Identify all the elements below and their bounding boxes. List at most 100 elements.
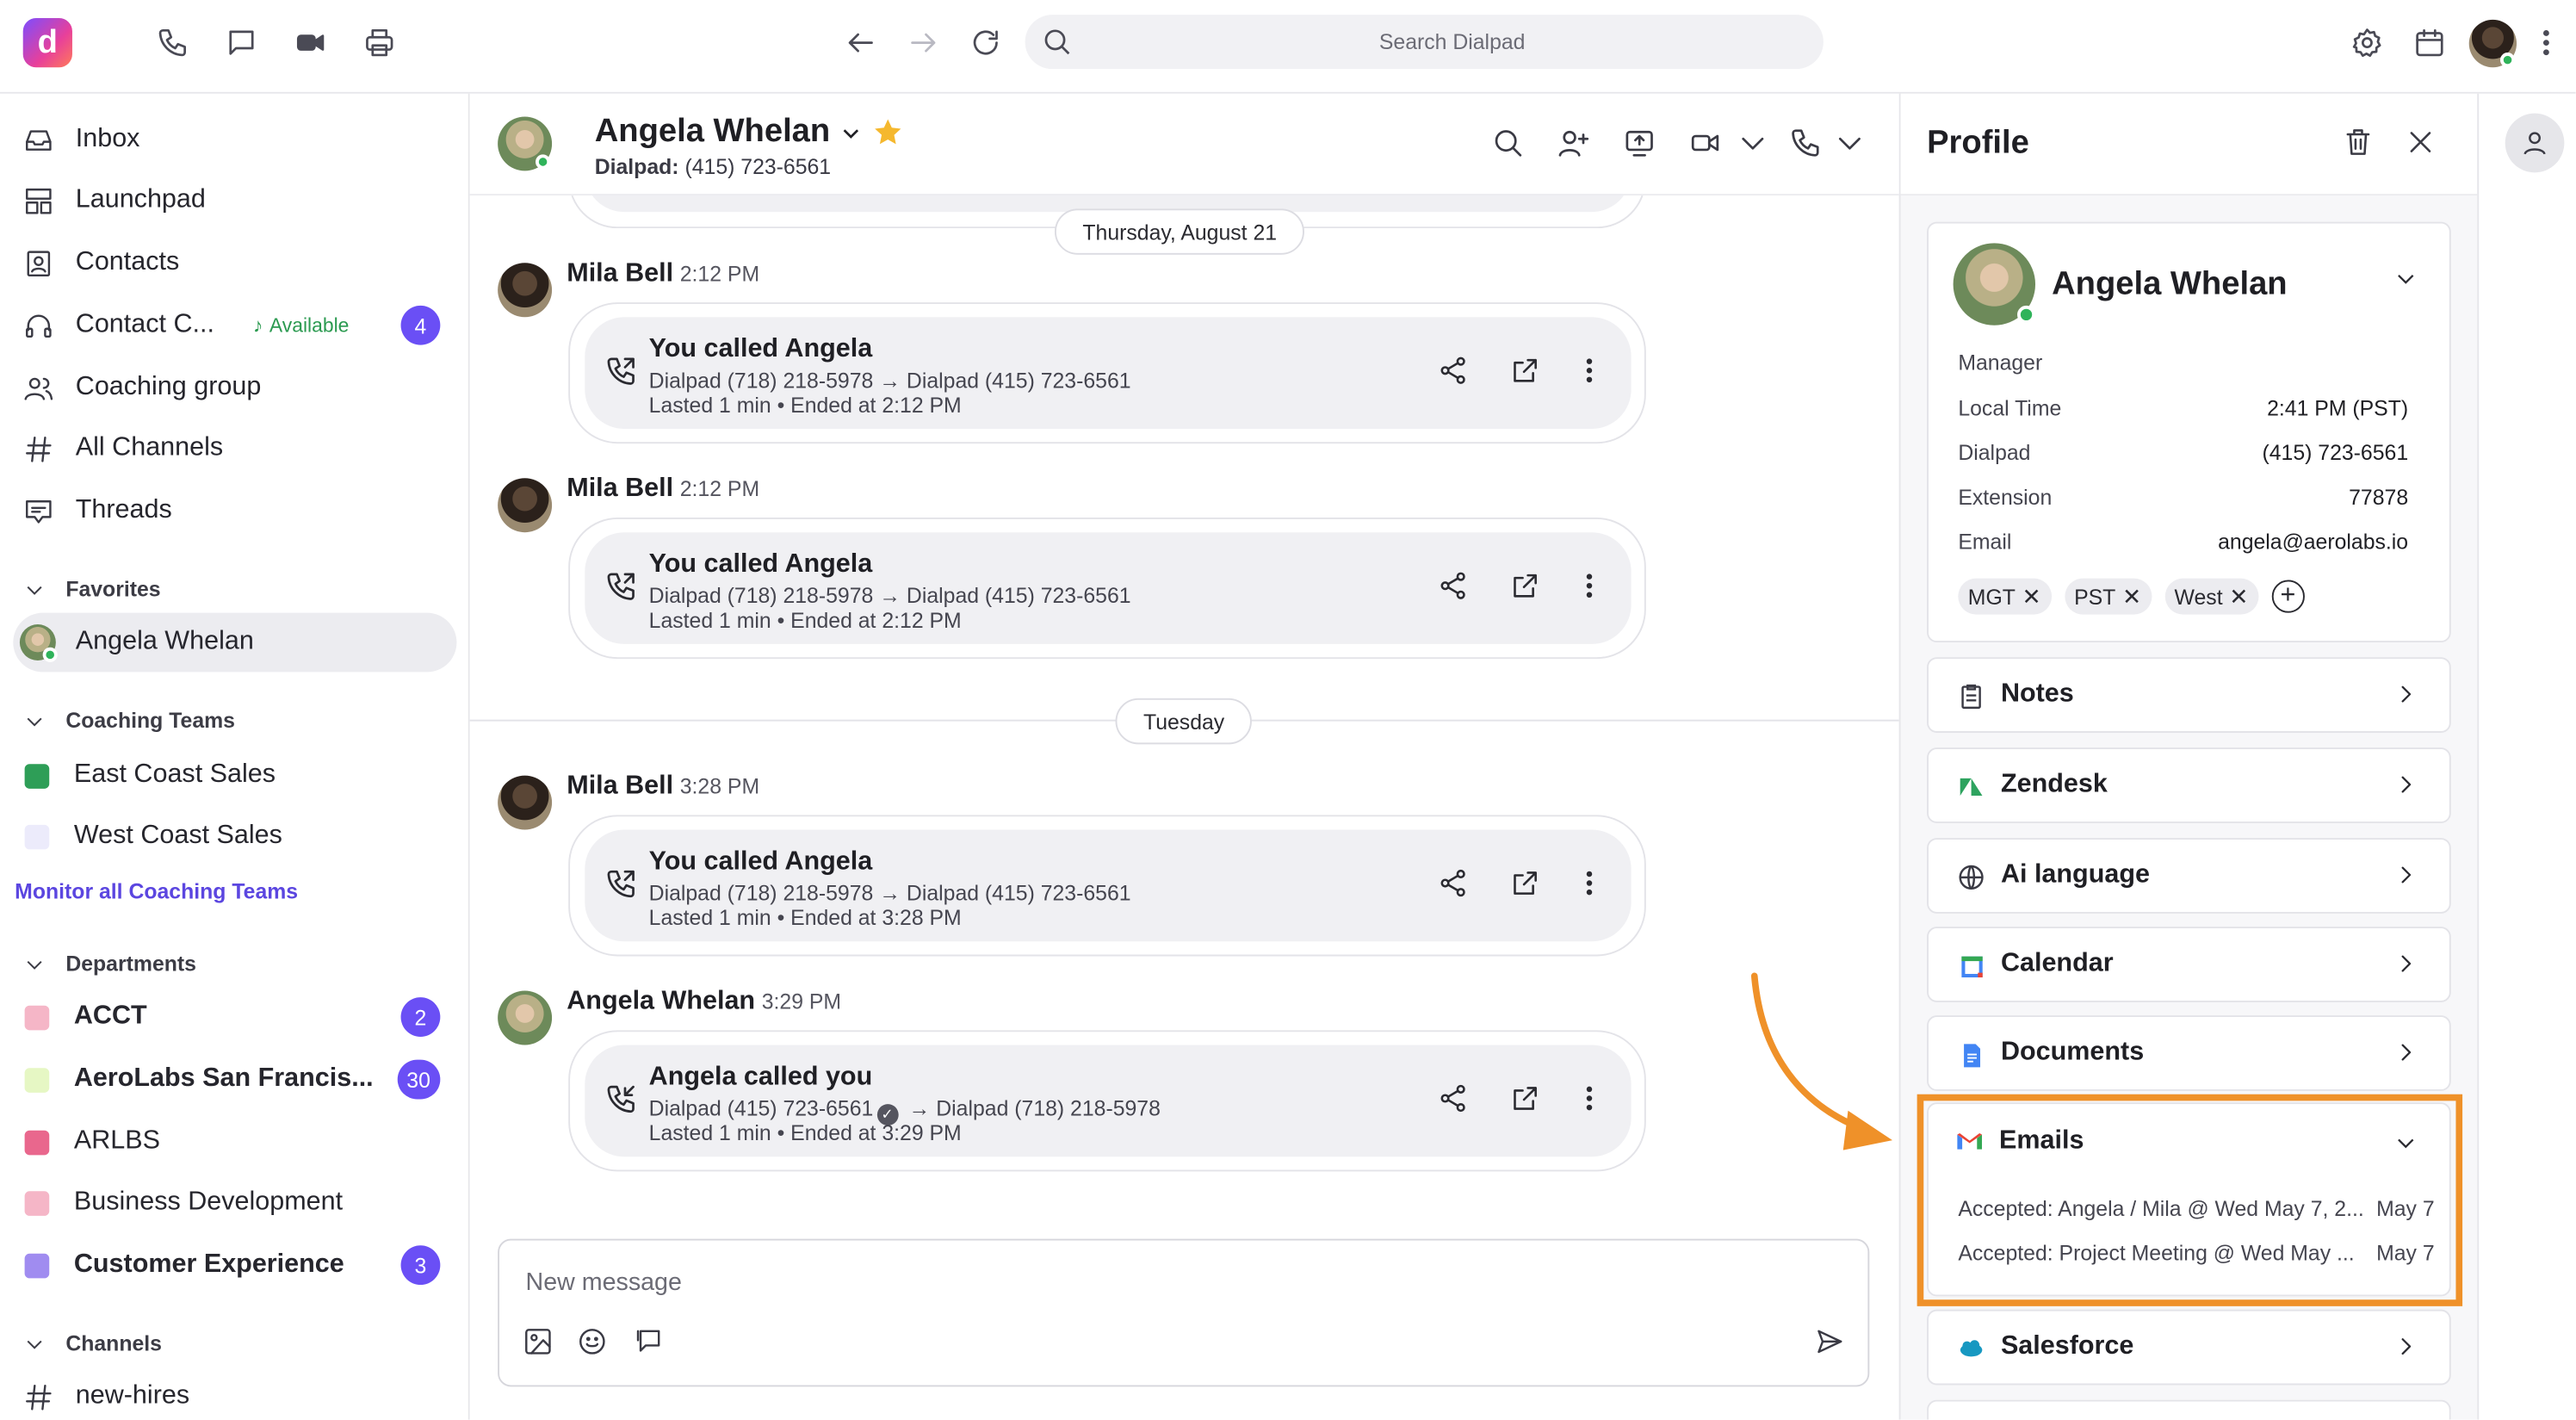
back-arrow-icon[interactable] xyxy=(841,23,881,63)
sidebar-item-east-coast-sales[interactable]: East Coast Sales xyxy=(13,746,456,805)
avatar[interactable] xyxy=(498,990,553,1045)
threads-icon xyxy=(20,493,56,529)
sidebar-item-arlbs[interactable]: ARLBS xyxy=(13,1113,456,1172)
profile-toggle-button[interactable] xyxy=(2505,113,2565,173)
sidebar-item-inbox[interactable]: Inbox xyxy=(13,110,456,170)
phone-icon[interactable] xyxy=(152,23,192,63)
sidebar-item-launchpad[interactable]: Launchpad xyxy=(13,171,456,230)
chevron-down-icon[interactable] xyxy=(1737,127,1773,163)
left-sidebar: Inbox Launchpad Contacts Contact C... ♪ A… xyxy=(0,93,470,1420)
availability-status[interactable]: ♪ Available xyxy=(253,313,350,337)
sidebar-item-label: ACCT xyxy=(73,1001,147,1031)
profile-field-email[interactable]: Email angela@aerolabs.io xyxy=(1958,529,2408,554)
search-bar[interactable] xyxy=(1025,15,1824,70)
call-summary[interactable]: Angela called you Dialpad (415) 723-6561… xyxy=(585,1045,1632,1157)
conversation-title[interactable]: Angela Whelan xyxy=(595,114,904,152)
avatar[interactable] xyxy=(498,478,553,533)
calendar-icon[interactable] xyxy=(2410,23,2449,63)
annotation-arrow xyxy=(1750,972,1893,1150)
app-window: d Search Dialpad Inbox Launchpad Contact… xyxy=(0,0,2576,1420)
chevron-down-icon[interactable] xyxy=(1833,127,1869,163)
avatar[interactable] xyxy=(498,775,553,830)
forward-arrow-icon[interactable] xyxy=(903,23,943,63)
unread-badge: 4 xyxy=(400,305,441,345)
search-icon[interactable] xyxy=(1491,127,1527,163)
coaching-teams-header[interactable]: Coaching Teams xyxy=(23,708,235,733)
shortcut-icon[interactable] xyxy=(634,1326,670,1362)
gear-icon[interactable] xyxy=(2348,23,2387,63)
dialpad-logo[interactable]: d xyxy=(22,17,72,68)
screen-share-icon[interactable] xyxy=(1623,127,1659,163)
monitor-coaching-teams-link[interactable]: Monitor all Coaching Teams xyxy=(15,879,298,904)
call-summary[interactable]: You called Angela Dialpad (718) 218-5978… xyxy=(585,317,1632,429)
call-route: Dialpad (718) 218-5978 → Dialpad (415) 7… xyxy=(648,583,1131,608)
more-vertical-icon[interactable] xyxy=(1574,1082,1610,1119)
send-icon[interactable] xyxy=(1813,1326,1849,1362)
contacts-icon xyxy=(20,245,56,281)
printer-icon[interactable] xyxy=(360,23,399,63)
sidebar-item-contact-center[interactable]: Contact C... ♪ Available 4 xyxy=(13,295,456,355)
remove-tag-icon[interactable]: ✕ xyxy=(2229,582,2248,610)
refresh-icon[interactable] xyxy=(966,23,1006,63)
share-icon[interactable] xyxy=(1438,355,1474,391)
profile-field-dialpad[interactable]: Dialpad (415) 723-6561 xyxy=(1958,440,2408,465)
departments-header[interactable]: Departments xyxy=(23,952,196,976)
star-icon[interactable] xyxy=(873,116,904,147)
remove-tag-icon[interactable]: ✕ xyxy=(2122,582,2141,610)
trash-icon[interactable] xyxy=(2343,127,2379,163)
section-documents[interactable]: Documents xyxy=(1927,1015,2451,1091)
add-person-icon[interactable] xyxy=(1557,127,1594,163)
sidebar-item-business-development[interactable]: Business Development xyxy=(13,1173,456,1232)
more-vertical-icon[interactable] xyxy=(1574,867,1610,903)
open-external-icon[interactable] xyxy=(1509,867,1545,903)
sidebar-item-aerolabs[interactable]: AeroLabs San Francis... 30 xyxy=(13,1050,456,1109)
share-icon[interactable] xyxy=(1438,1082,1474,1119)
sidebar-item-label: AeroLabs San Francis... xyxy=(73,1064,374,1093)
share-icon[interactable] xyxy=(1438,867,1474,903)
call-card: You called Angela Dialpad (718) 218-5978… xyxy=(568,518,1646,660)
call-card: Angela called you Dialpad (415) 723-6561… xyxy=(568,1030,1646,1172)
open-external-icon[interactable] xyxy=(1509,355,1545,391)
call-route: Dialpad (718) 218-5978 → Dialpad (415) 7… xyxy=(648,368,1131,394)
sidebar-item-west-coast-sales[interactable]: West Coast Sales xyxy=(13,807,456,866)
sidebar-item-contacts[interactable]: Contacts xyxy=(13,233,456,293)
sidebar-item-all-channels[interactable]: All Channels xyxy=(13,419,456,479)
phone-call-icon[interactable] xyxy=(1789,127,1825,163)
close-icon[interactable] xyxy=(2405,127,2441,163)
remove-tag-icon[interactable]: ✕ xyxy=(2022,582,2041,610)
image-icon[interactable] xyxy=(523,1326,559,1362)
open-external-icon[interactable] xyxy=(1509,570,1545,606)
share-icon[interactable] xyxy=(1438,570,1474,606)
chevron-right-icon xyxy=(2393,1040,2420,1067)
call-meta: Lasted 1 min • Ended at 3:29 PM xyxy=(648,1120,962,1145)
section-ai-language[interactable]: Ai language xyxy=(1927,838,2451,914)
message-input[interactable] xyxy=(525,1263,1774,1300)
sidebar-item-acct[interactable]: ACCT 2 xyxy=(13,988,456,1047)
section-zendesk[interactable]: Zendesk xyxy=(1927,747,2451,823)
favorites-header[interactable]: Favorites xyxy=(23,577,161,601)
sidebar-item-angela-whelan[interactable]: Angela Whelan xyxy=(13,612,457,673)
section-notes[interactable]: Notes xyxy=(1927,657,2451,733)
add-tag-icon[interactable]: + xyxy=(2271,580,2305,613)
section-salesforce[interactable]: Salesforce xyxy=(1927,1309,2451,1386)
sidebar-item-coaching-group[interactable]: Coaching group xyxy=(13,358,456,418)
emoji-icon[interactable] xyxy=(577,1326,613,1362)
video-call-icon[interactable] xyxy=(1688,127,1725,163)
channels-header[interactable]: Channels xyxy=(23,1330,162,1355)
search-input[interactable] xyxy=(1090,15,1814,70)
more-icon[interactable] xyxy=(2527,23,2567,63)
chat-icon[interactable] xyxy=(222,23,262,63)
more-vertical-icon[interactable] xyxy=(1574,570,1610,606)
video-icon[interactable] xyxy=(291,23,331,63)
sidebar-item-new-hires[interactable]: new-hires xyxy=(13,1367,456,1419)
sidebar-item-customer-experience[interactable]: Customer Experience 3 xyxy=(13,1236,456,1295)
chevron-down-icon[interactable] xyxy=(2393,266,2420,293)
call-summary[interactable]: You called Angela Dialpad (718) 218-5978… xyxy=(585,532,1632,644)
section-calendar[interactable]: Calendar xyxy=(1927,927,2451,1002)
sidebar-item-threads[interactable]: Threads xyxy=(13,481,456,541)
more-vertical-icon[interactable] xyxy=(1574,355,1610,391)
call-summary[interactable]: You called Angela Dialpad (718) 218-5978… xyxy=(585,829,1632,942)
message-author: Angela Whelan 3:29 PM xyxy=(567,987,842,1016)
open-external-icon[interactable] xyxy=(1509,1082,1545,1119)
avatar[interactable] xyxy=(498,263,553,318)
